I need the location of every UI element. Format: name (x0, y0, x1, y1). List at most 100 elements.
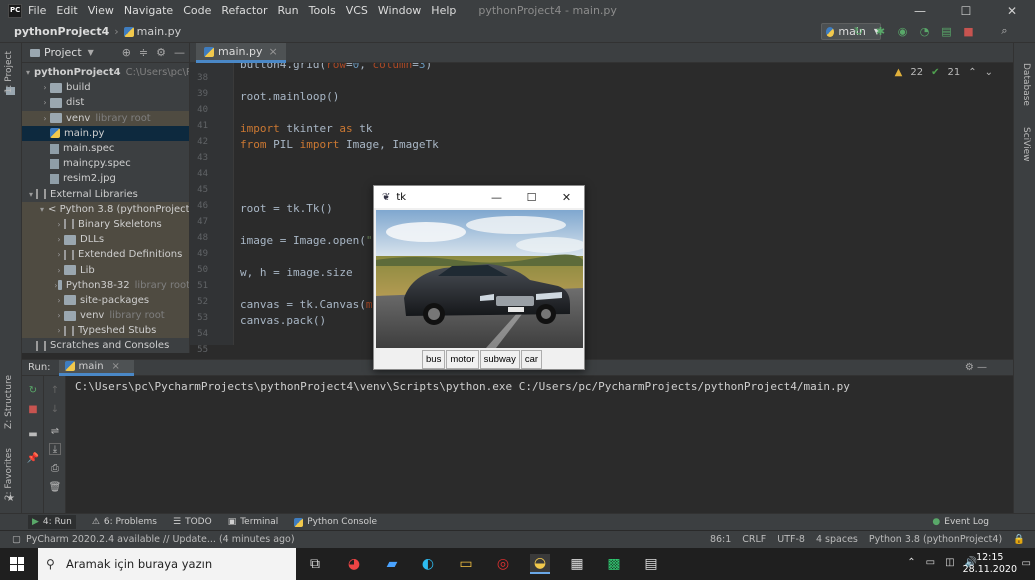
arrow-down-icon[interactable]: ↓ (49, 403, 61, 415)
menu-edit[interactable]: Edit (56, 4, 77, 17)
tool-tab-problems[interactable]: ⚠ 6: Problems (92, 517, 157, 527)
code-editor[interactable]: ▲ 22 ✔ 21 ⌃ ⌄ button4.grid(row=0, column… (234, 63, 1013, 345)
python-app-icon[interactable]: ◒ (530, 554, 550, 574)
chevron-icon[interactable]: › (54, 235, 64, 244)
chrome-icon[interactable]: ◕ (344, 554, 364, 574)
chevron-icon[interactable]: › (54, 250, 64, 259)
arrow-up-icon[interactable]: ↑ (49, 384, 61, 396)
debug-icon[interactable]: ✱ (874, 24, 887, 38)
maximize-button[interactable]: ☐ (943, 0, 989, 21)
editor-tab-main-py[interactable]: main.py × (196, 43, 286, 63)
sciview-tool-tab[interactable]: SciView (1021, 127, 1031, 162)
car-button[interactable]: car (520, 350, 543, 369)
menu-refactor[interactable]: Refactor (221, 4, 267, 17)
network-icon[interactable]: ◫ (945, 557, 954, 568)
chevron-icon[interactable]: ▾ (26, 190, 36, 199)
file-encoding[interactable]: UTF-8 (777, 534, 805, 545)
tree-item[interactable]: › Python38-32 library root (22, 277, 189, 293)
tk-close-button[interactable]: ✕ (549, 186, 584, 208)
trash-icon[interactable]: 🗑 (49, 481, 62, 493)
tk-minimize-button[interactable]: — (479, 186, 514, 208)
chevron-icon[interactable]: ▾ (26, 68, 30, 77)
status-message[interactable]: PyCharm 2020.2.4 available // Update... … (26, 534, 295, 545)
collapse-icon[interactable]: ≑ (139, 46, 148, 59)
layout-icon[interactable]: ▬ (27, 428, 39, 440)
lock-icon[interactable]: 🔒 (1013, 534, 1025, 545)
rerun-icon[interactable]: ↻ (27, 384, 39, 396)
event-log-tab[interactable]: ● Event Log (932, 517, 989, 527)
tree-item[interactable]: Scratches and Consoles (22, 338, 189, 353)
tree-item[interactable]: resim2.jpg (22, 171, 189, 186)
database-tool-tab[interactable]: Database (1021, 63, 1031, 106)
indent-setting[interactable]: 4 spaces (816, 534, 858, 545)
edge-icon[interactable]: ◐ (418, 554, 438, 574)
structure-tool-tab[interactable]: Z: Structure (4, 375, 14, 429)
chevron-icon[interactable]: › (54, 326, 64, 335)
close-icon[interactable]: × (268, 45, 277, 58)
chevron-down-icon[interactable]: ⌄ (985, 67, 993, 78)
tree-item[interactable]: › dist (22, 95, 189, 110)
file-explorer-icon[interactable]: ▭ (456, 554, 476, 574)
pycharm-app-icon[interactable]: ▩ (604, 554, 624, 574)
tree-item[interactable]: › venv library root (22, 110, 189, 126)
chevron-icon[interactable]: › (40, 114, 50, 123)
scroll-to-end-icon[interactable]: ⤓ (49, 443, 61, 455)
chevron-icon[interactable]: › (40, 98, 50, 107)
tree-item[interactable]: ▾ < Python 3.8 (pythonProject4) > (22, 201, 189, 217)
chevron-icon[interactable]: › (54, 266, 64, 275)
chevron-icon[interactable]: › (54, 296, 64, 305)
close-button[interactable]: ✕ (989, 0, 1035, 21)
app-icon[interactable]: ▭ (926, 557, 935, 568)
inspection-widget[interactable]: ▲ 22 ✔ 21 ⌃ ⌄ (895, 67, 993, 78)
menu-code[interactable]: Code (183, 4, 211, 17)
tree-item[interactable]: › Binary Skeletons (22, 216, 189, 233)
menu-file[interactable]: File (28, 4, 46, 17)
tree-item[interactable]: › venv library root (22, 308, 189, 324)
app-icon[interactable]: ◎ (493, 554, 513, 574)
gear-icon[interactable]: ⚙ (156, 46, 166, 59)
tree-item[interactable]: main.spec (22, 141, 189, 156)
minimize-button[interactable]: — (897, 0, 943, 21)
build-icon[interactable]: ▤ (940, 24, 953, 38)
chevron-icon[interactable]: › (54, 311, 64, 320)
tree-item[interactable]: › DLLs (22, 232, 189, 248)
chevron-up-icon[interactable]: ⌃ (907, 557, 915, 568)
menu-navigate[interactable]: Navigate (124, 4, 173, 17)
stop-icon[interactable]: ■ (27, 403, 39, 415)
soft-wrap-icon[interactable]: ⇌ (49, 425, 61, 437)
gear-icon[interactable]: ⚙ — (965, 362, 987, 373)
tree-item[interactable]: ▾ pythonProject4 C:\Users\pc\PycharmProjec… (22, 65, 189, 80)
project-tool-tab[interactable]: 1: Project (4, 51, 14, 93)
tree-item[interactable]: › build (22, 80, 189, 95)
tk-window-titlebar[interactable]: ❦ tk — ☐ ✕ (374, 186, 584, 208)
breadcrumb-project[interactable]: pythonProject4 (14, 25, 109, 38)
menu-window[interactable]: Window (378, 4, 421, 17)
stop-icon[interactable]: ■ (962, 24, 975, 38)
caret-position[interactable]: 86:1 (710, 534, 731, 545)
tree-item[interactable]: ▾ External Libraries (22, 187, 189, 202)
run-console[interactable]: C:\Users\pc\PycharmProjects\pythonProjec… (66, 376, 1013, 513)
print-icon[interactable]: ⎙ (49, 462, 61, 474)
menu-tools[interactable]: Tools (309, 4, 336, 17)
menu-run[interactable]: Run (278, 4, 299, 17)
chevron-icon[interactable]: › (54, 220, 64, 229)
menu-vcs[interactable]: VCS (346, 4, 368, 17)
coverage-icon[interactable]: ◉ (896, 24, 909, 38)
menu-view[interactable]: View (88, 4, 114, 17)
store-icon[interactable]: ▦ (567, 554, 587, 574)
bus-button[interactable]: bus (422, 350, 446, 369)
project-panel-title[interactable]: Project (44, 46, 82, 59)
taskbar-search[interactable]: ⚲ Aramak için buraya yazın (38, 548, 296, 580)
menu-help[interactable]: Help (431, 4, 456, 17)
app-icon[interactable]: ▰ (382, 554, 402, 574)
line-separator[interactable]: CRLF (742, 534, 766, 545)
locate-icon[interactable]: ⊕ (122, 46, 131, 59)
tool-tab-todo[interactable]: ☰ TODO (173, 517, 212, 527)
rerun-icon[interactable]: ↻ (852, 24, 865, 38)
tree-item[interactable]: › site-packages (22, 292, 189, 308)
subway-button[interactable]: subway (479, 350, 520, 369)
tk-maximize-button[interactable]: ☐ (514, 186, 549, 208)
task-view-icon[interactable]: ⧉ (305, 554, 325, 574)
chevron-icon[interactable]: ▾ (40, 205, 44, 214)
motor-button[interactable]: motor (446, 350, 479, 369)
